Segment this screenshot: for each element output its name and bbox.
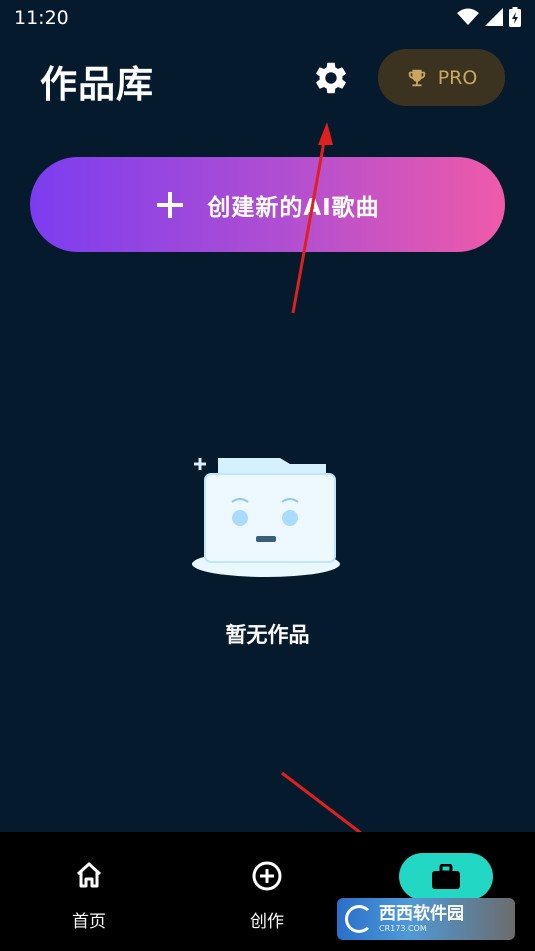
- nav-item-create-label: 创作: [250, 912, 284, 932]
- nav-item-home[interactable]: 首页: [0, 832, 178, 951]
- nav-active-pill: [399, 853, 493, 900]
- page-title: 作品库: [40, 63, 154, 106]
- watermark-logo-icon: [345, 905, 373, 933]
- watermark-subtext: CR173.COM: [379, 923, 427, 933]
- trophy-icon: [408, 69, 425, 86]
- annotation-arrow-line: [281, 771, 371, 842]
- pro-label: PRO: [437, 66, 478, 89]
- nav-item-create[interactable]: 创作: [178, 832, 356, 951]
- status-icons: [457, 7, 521, 27]
- plus-icon: [157, 191, 184, 218]
- watermark: 西西软件园 CR173.COM: [337, 898, 515, 940]
- watermark-text: 西西软件园: [379, 903, 464, 924]
- create-song-label: 创建新的AI歌曲: [207, 194, 380, 221]
- settings-button[interactable]: [309, 56, 353, 100]
- plus-circle-icon: [252, 861, 282, 891]
- briefcase-icon: [432, 863, 460, 889]
- pro-button[interactable]: PRO: [378, 49, 505, 106]
- home-icon: [76, 862, 102, 888]
- wifi-icon: [457, 8, 479, 25]
- status-bar: 11:20: [0, 0, 535, 36]
- empty-folder-illustration: [192, 458, 340, 577]
- signal-icon: [485, 8, 503, 26]
- battery-icon: [509, 7, 521, 27]
- annotation-arrow-head: [318, 122, 333, 145]
- create-song-button[interactable]: 创建新的AI歌曲: [30, 157, 505, 252]
- empty-state-text: 暂无作品: [225, 623, 310, 647]
- status-time: 11:20: [14, 7, 69, 29]
- nav-item-home-label: 首页: [72, 912, 106, 932]
- gear-icon: [316, 62, 346, 94]
